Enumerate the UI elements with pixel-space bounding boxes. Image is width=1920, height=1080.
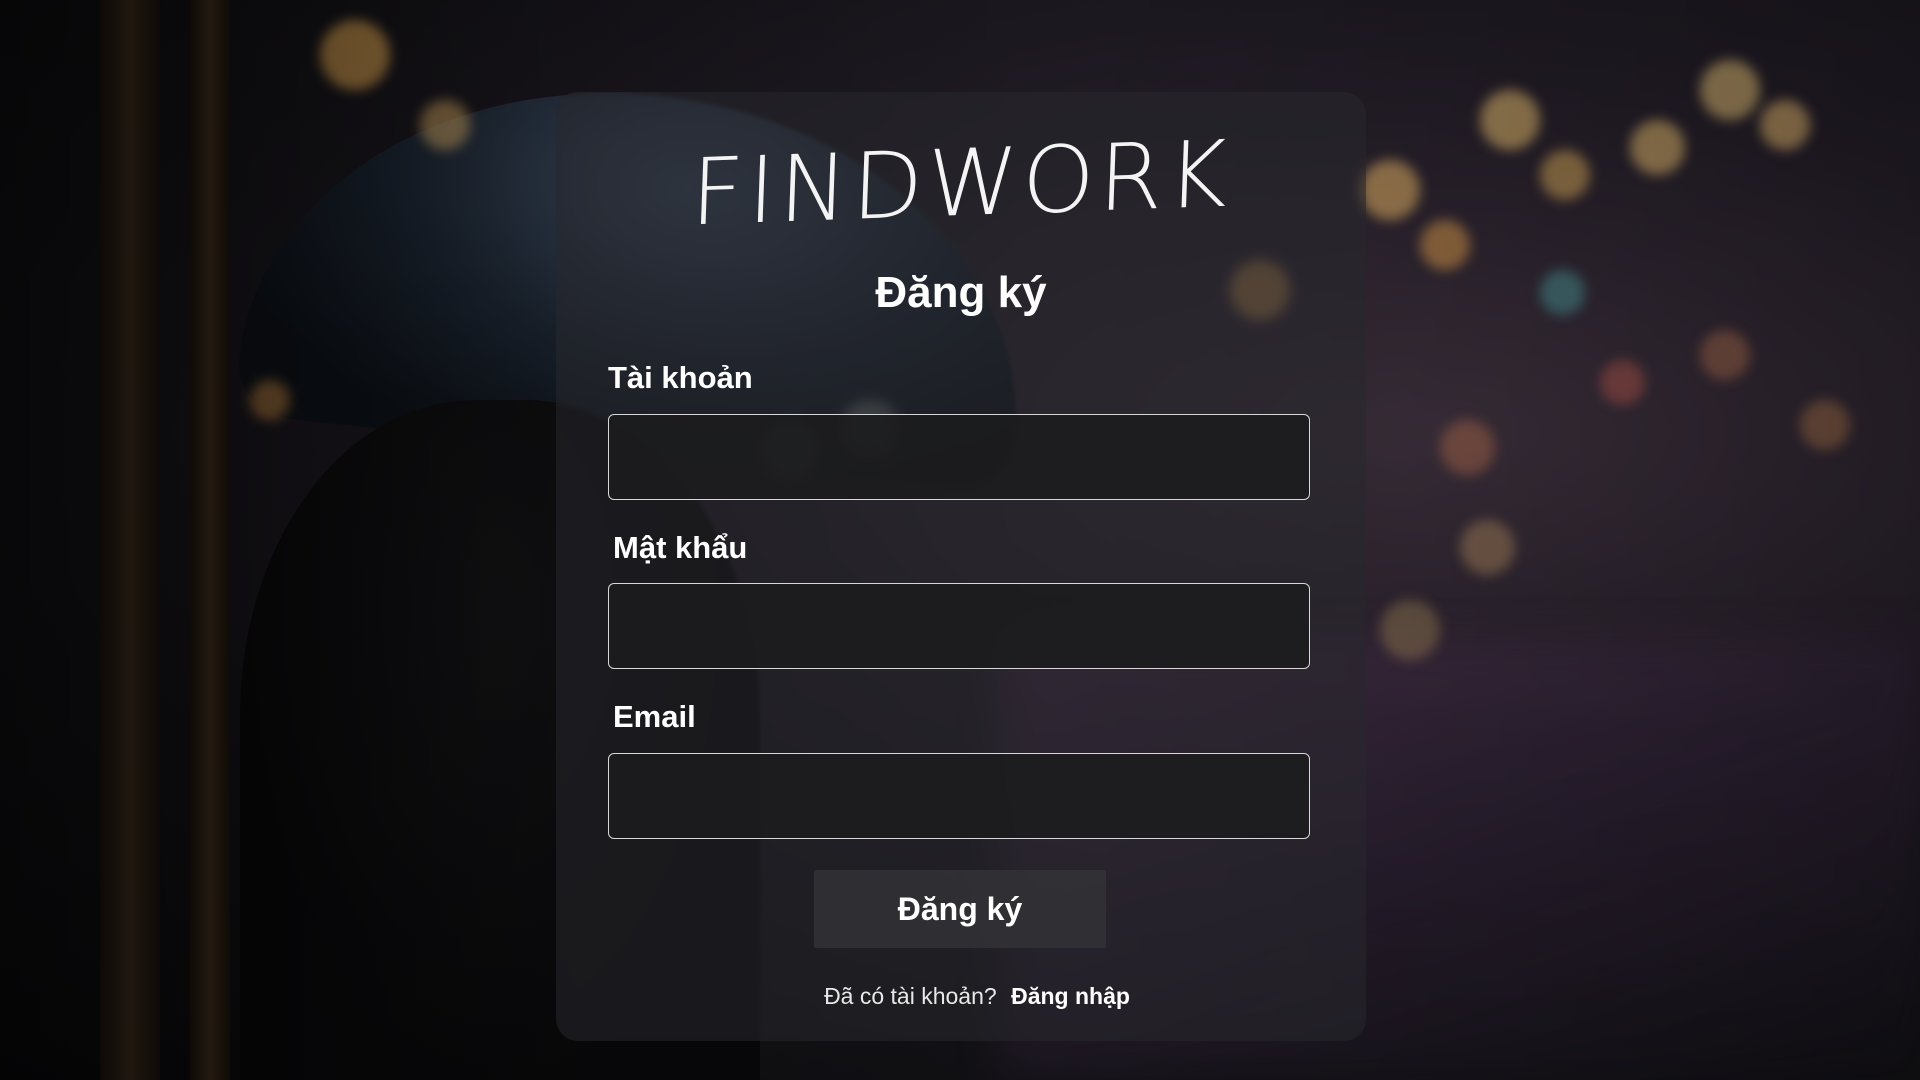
login-link[interactable]: Đăng nhập: [1011, 983, 1130, 1009]
password-field[interactable]: [608, 583, 1310, 669]
page-title: Đăng ký: [875, 268, 1047, 317]
register-button[interactable]: Đăng ký: [814, 870, 1106, 948]
username-label: Tài khoản: [608, 360, 753, 395]
password-label: Mật khẩu: [613, 530, 748, 565]
username-field[interactable]: [608, 414, 1310, 500]
login-prompt-text: Đã có tài khoản?: [824, 983, 997, 1009]
email-label: Email: [613, 699, 696, 734]
login-prompt: Đã có tài khoản? Đăng nhập: [556, 983, 1366, 1010]
email-field[interactable]: [608, 753, 1310, 839]
